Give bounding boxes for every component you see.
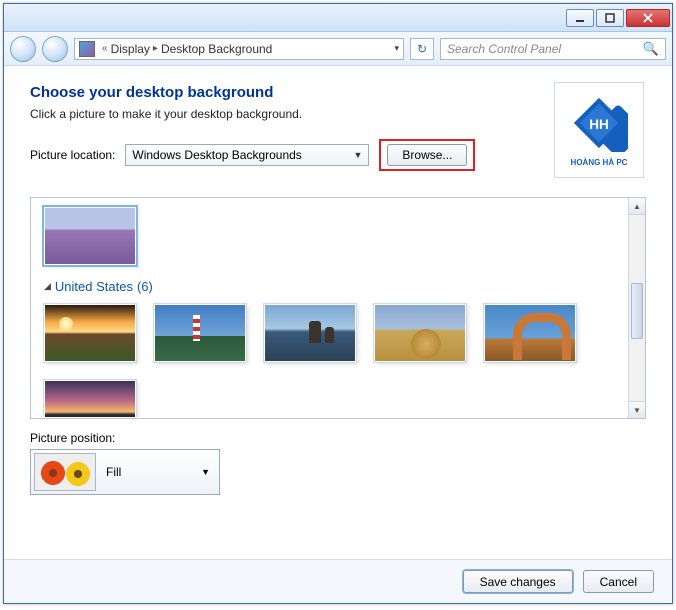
brand-logo: HH HOÀNG HÀ PC xyxy=(554,82,644,178)
close-button[interactable] xyxy=(626,9,670,27)
back-button[interactable] xyxy=(10,36,36,62)
save-button[interactable]: Save changes xyxy=(463,570,573,593)
maximize-button[interactable] xyxy=(596,9,624,27)
breadcrumb-item[interactable]: Desktop Background xyxy=(161,42,272,56)
refresh-button[interactable]: ↻ xyxy=(410,38,434,60)
search-placeholder: Search Control Panel xyxy=(447,42,561,56)
chevron-down-icon: ▼ xyxy=(201,467,210,477)
wallpaper-thumbnail[interactable] xyxy=(484,304,576,362)
scroll-thumb[interactable] xyxy=(631,283,643,339)
category-header[interactable]: ◢ United States (6) xyxy=(44,279,615,294)
content-area: Choose your desktop background Click a p… xyxy=(4,66,672,559)
position-dropdown[interactable]: Fill ▼ xyxy=(30,449,220,495)
wallpaper-thumbnail[interactable] xyxy=(264,304,356,362)
position-value: Fill xyxy=(106,465,121,479)
position-label: Picture position: xyxy=(30,431,646,445)
category-count: (6) xyxy=(137,279,153,294)
chevron-down-icon[interactable]: ▾ xyxy=(394,43,399,54)
breadcrumb-item[interactable]: Display xyxy=(111,42,150,56)
window: « Display ▸ Desktop Background ▾ ↻ Searc… xyxy=(3,3,673,604)
minimize-button[interactable] xyxy=(566,9,594,27)
titlebar xyxy=(4,4,672,32)
diamond-icon: HH xyxy=(570,94,628,152)
category-name: United States xyxy=(55,279,133,294)
footer: Save changes Cancel xyxy=(4,559,672,603)
position-preview xyxy=(34,453,96,491)
scroll-up-button[interactable]: ▲ xyxy=(629,198,645,215)
chevron-down-icon: ▼ xyxy=(353,150,362,160)
wallpaper-thumbnail[interactable] xyxy=(374,304,466,362)
wallpaper-gallery: ◢ United States (6) ▲ xyxy=(30,197,646,419)
wallpaper-thumbnail[interactable] xyxy=(44,380,136,417)
search-icon: 🔍 xyxy=(643,41,659,57)
location-dropdown[interactable]: Windows Desktop Backgrounds ▼ xyxy=(125,144,369,166)
chevron-right-icon: ▸ xyxy=(150,43,161,54)
wallpaper-thumbnail[interactable] xyxy=(154,304,246,362)
cancel-button[interactable]: Cancel xyxy=(583,570,654,593)
location-value: Windows Desktop Backgrounds xyxy=(132,148,301,162)
collapse-icon: ◢ xyxy=(44,281,51,292)
breadcrumb-prefix: « xyxy=(99,43,111,54)
forward-button[interactable] xyxy=(42,36,68,62)
search-input[interactable]: Search Control Panel 🔍 xyxy=(440,38,666,60)
scroll-down-button[interactable]: ▼ xyxy=(629,401,645,418)
wallpaper-thumbnail[interactable] xyxy=(44,304,136,362)
brand-text: HOÀNG HÀ PC xyxy=(571,158,628,167)
svg-text:HH: HH xyxy=(589,116,609,131)
toolbar: « Display ▸ Desktop Background ▾ ↻ Searc… xyxy=(4,32,672,66)
scrollbar[interactable]: ▲ ▼ xyxy=(628,198,645,418)
location-label: Picture location: xyxy=(30,148,115,162)
browse-button[interactable]: Browse... xyxy=(387,144,467,166)
highlight-box: Browse... xyxy=(379,139,475,171)
address-bar[interactable]: « Display ▸ Desktop Background ▾ xyxy=(74,38,404,60)
position-section: Picture position: Fill ▼ xyxy=(30,431,646,495)
control-panel-icon xyxy=(79,41,95,57)
wallpaper-thumbnail[interactable] xyxy=(44,207,136,265)
